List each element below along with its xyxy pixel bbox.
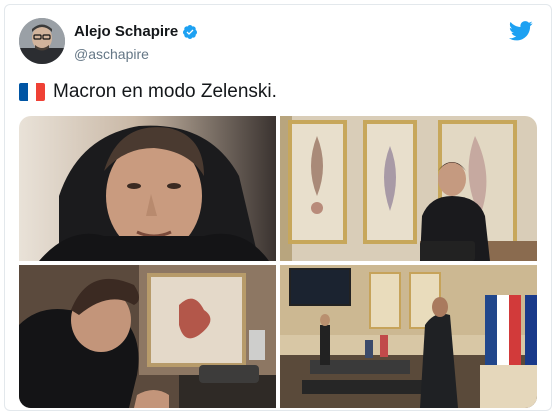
author-name[interactable]: Alejo Schapire [74,23,178,40]
photo-closeup-hoodie[interactable] [19,116,276,261]
avatar[interactable] [19,18,65,64]
author-handle[interactable]: @aschapire [74,46,149,62]
photo-office-meeting[interactable] [280,265,537,408]
media-grid [19,116,537,408]
photo-desk-phone[interactable] [19,265,276,408]
tweet-text: Macron en modo Zelenski. [19,81,277,103]
photo-standing-ornate-room[interactable] [280,116,537,261]
tweet-card[interactable]: Alejo Schapire @aschapire Macron en modo… [4,4,552,411]
tweet-body: Macron en modo Zelenski. [53,81,277,102]
france-flag-icon [19,83,45,101]
verified-badge-icon [183,24,198,39]
twitter-bird-icon[interactable] [509,21,533,41]
